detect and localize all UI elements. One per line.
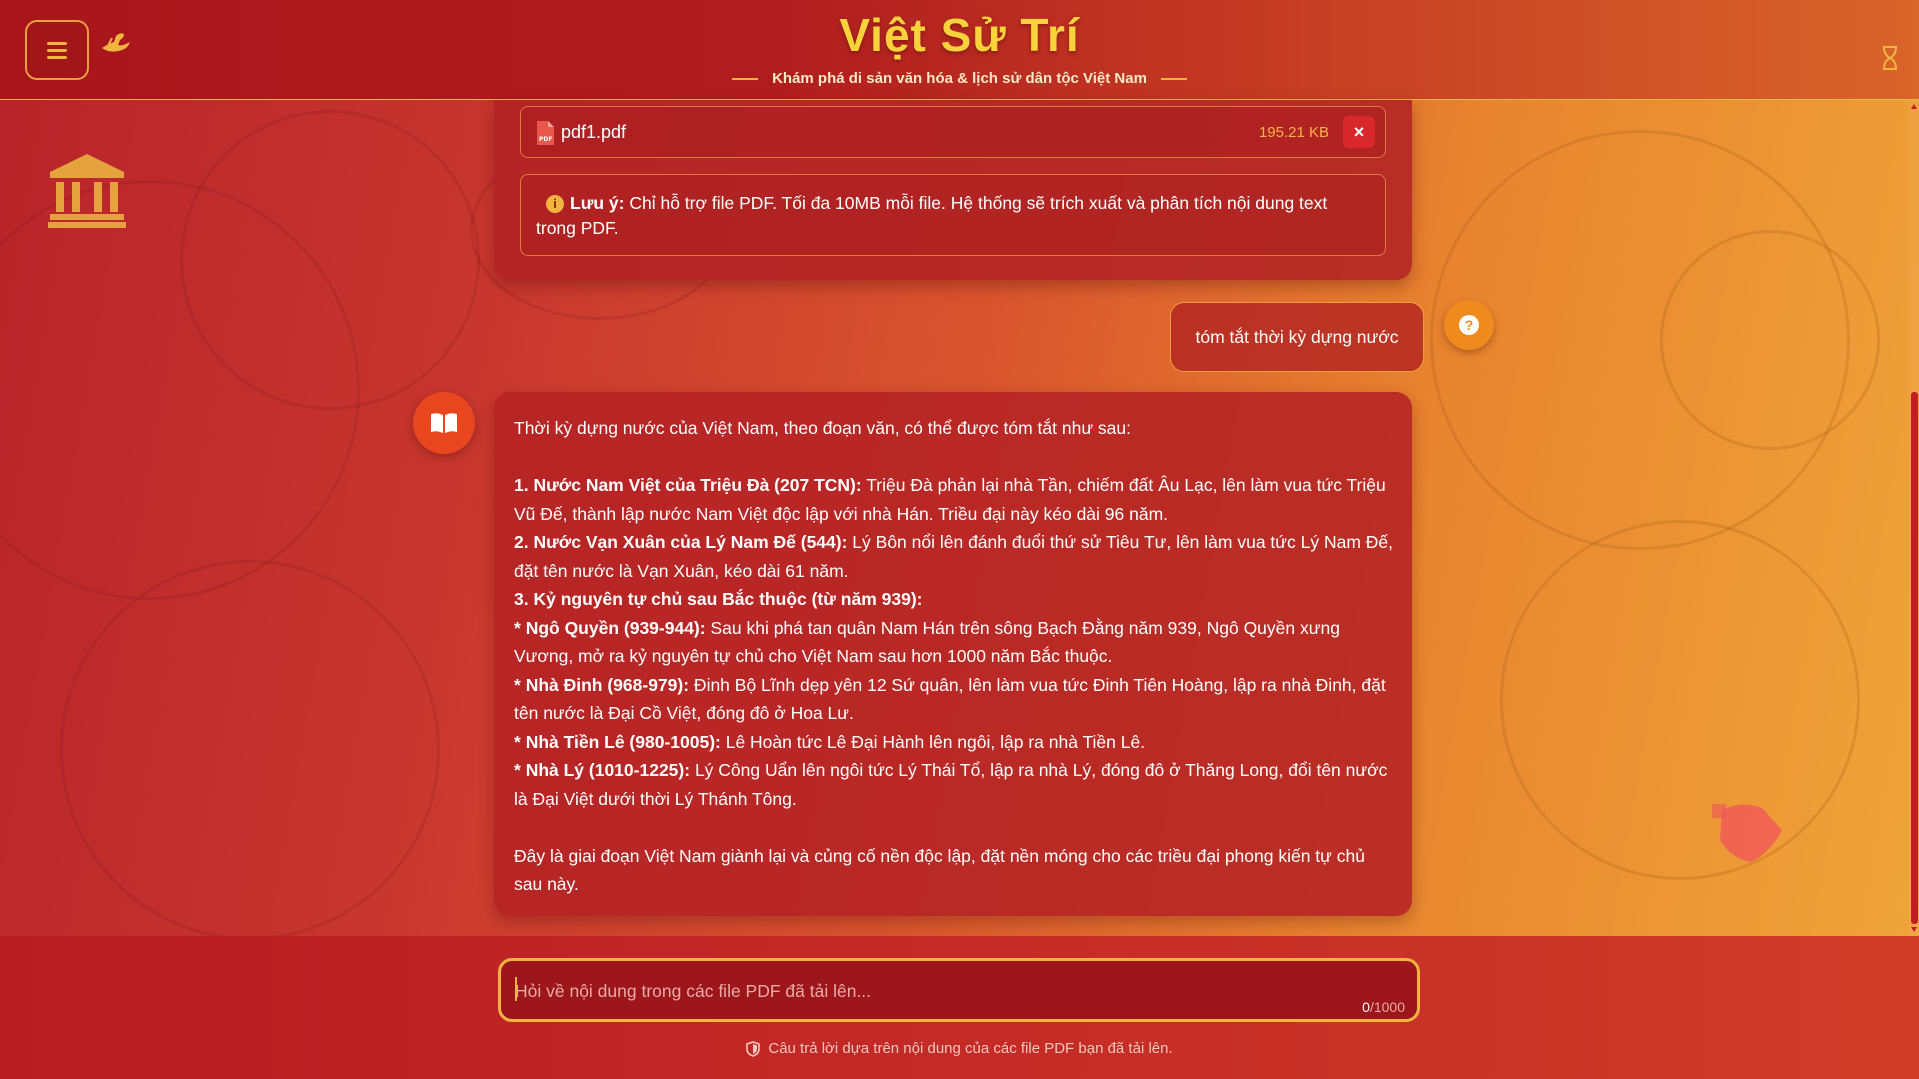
svg-text:PDF: PDF xyxy=(539,136,552,143)
list-item-prefix: * xyxy=(514,674,526,695)
scroll-up-icon[interactable] xyxy=(1911,104,1917,109)
scroll-down-icon[interactable] xyxy=(1911,927,1917,932)
list-item-text: Lê Hoàn tức Lê Đại Hành lên ngôi, lập ra… xyxy=(720,731,1146,752)
user-avatar: ? xyxy=(1444,300,1494,350)
museum-icon xyxy=(48,154,126,228)
assistant-list-item: * Nhà Tiền Lê (980-1005): Lê Hoàn tức Lê… xyxy=(514,728,1394,757)
assistant-list-item: 1. Nước Nam Việt của Triệu Đà (207 TCN):… xyxy=(514,471,1394,528)
assistant-conclusion: Đây là giai đoạn Việt Nam giành lại và c… xyxy=(514,845,1365,895)
note-text: Chỉ hỗ trợ file PDF. Tối đa 10MB mỗi fil… xyxy=(536,193,1328,238)
user-message: tóm tắt thời kỳ dựng nước xyxy=(1170,302,1424,372)
char-counter: 0/1000 xyxy=(1362,999,1405,1015)
chat-input[interactable] xyxy=(515,977,1315,1005)
assistant-intro: Thời kỳ dựng nước của Việt Nam, theo đoạ… xyxy=(514,418,1131,438)
hourglass-icon[interactable] xyxy=(1881,46,1899,70)
assistant-list-item: 2. Nước Vạn Xuân của Lý Nam Đế (544): Lý… xyxy=(514,528,1394,585)
upload-note: i Lưu ý: Chỉ hỗ trợ file PDF. Tối đa 10MB… xyxy=(520,174,1386,256)
app-subtitle: Khám phá di sản văn hóa & lịch sử dân tộ… xyxy=(772,70,1147,87)
question-icon: ? xyxy=(1459,315,1479,335)
app-title: Việt Sử Trí xyxy=(839,9,1080,61)
char-count-max: /1000 xyxy=(1369,999,1405,1015)
chat-scrollbar[interactable] xyxy=(1909,100,1919,936)
assistant-list-item: * Nhà Đinh (968-979): Đinh Bộ Lĩnh dẹp y… xyxy=(514,671,1394,728)
chat-input-area: 0/1000 Câu trả lời dựa trên nội dung của… xyxy=(0,936,1919,1079)
list-item-title: Nhà Đinh (968-979): xyxy=(525,674,690,695)
user-message-text: tóm tắt thời kỳ dựng nước xyxy=(1195,326,1399,347)
assistant-message: Thời kỳ dựng nước của Việt Nam, theo đoạ… xyxy=(494,392,1412,916)
app-header: Việt Sử Trí Khám phá di sản văn hóa & lị… xyxy=(0,0,1919,100)
subtitle-row: Khám phá di sản văn hóa & lịch sử dân tộ… xyxy=(0,70,1919,87)
scrollbar-thumb[interactable] xyxy=(1911,392,1918,924)
shield-icon xyxy=(746,1040,761,1057)
chat-input-wrapper[interactable]: 0/1000 xyxy=(498,958,1420,1022)
list-item-prefix: 3. xyxy=(514,589,534,609)
assistant-list-item: 3. Kỷ nguyên tự chủ sau Bắc thuộc (từ nă… xyxy=(514,585,1394,614)
list-item-title: Nước Nam Việt của Triệu Đà (207 TCN): xyxy=(533,475,862,495)
book-icon xyxy=(431,413,457,433)
close-icon: × xyxy=(1353,121,1365,142)
assistant-list: 1. Nước Nam Việt của Triệu Đà (207 TCN):… xyxy=(514,471,1394,813)
list-item-prefix: 1. xyxy=(514,475,534,495)
assistant-avatar xyxy=(413,392,475,454)
list-item-title: Kỷ nguyên tự chủ sau Bắc thuộc (từ năm 9… xyxy=(533,589,923,609)
uploaded-file-item: PDF pdf1.pdf 195.21 KB × xyxy=(520,106,1386,158)
list-item-title: Nhà Lý (1010-1225): xyxy=(525,760,691,780)
list-item-prefix: 2. xyxy=(514,532,534,552)
char-count-current: 0 xyxy=(1362,999,1370,1015)
remove-file-button[interactable]: × xyxy=(1343,116,1375,148)
disclaimer: Câu trả lời dựa trên nội dung của các fi… xyxy=(0,1040,1919,1057)
file-name: pdf1.pdf xyxy=(561,122,627,142)
upload-panel: PDF pdf1.pdf 195.21 KB × i Lưu ý: Chỉ hỗ … xyxy=(494,100,1412,280)
disclaimer-text: Câu trả lời dựa trên nội dung của các fi… xyxy=(768,1040,1173,1057)
pdf-file-icon: PDF xyxy=(537,121,554,145)
list-item-title: Ngô Quyền (939-944): xyxy=(525,617,706,638)
list-item-title: Nhà Tiền Lê (980-1005): xyxy=(525,731,721,752)
assistant-list-item: * Ngô Quyền (939-944): Sau khi phá tan q… xyxy=(514,614,1394,671)
scroll-icon xyxy=(1712,804,1782,862)
list-item-prefix: * xyxy=(514,760,526,780)
info-icon: i xyxy=(546,195,564,213)
divider xyxy=(732,77,759,80)
assistant-list-item: * Nhà Lý (1010-1225): Lý Công Uẩn lên ng… xyxy=(514,756,1394,813)
note-label: Lưu ý: xyxy=(570,193,625,213)
list-item-title: Nước Vạn Xuân của Lý Nam Đế (544): xyxy=(533,532,848,552)
divider xyxy=(1160,77,1187,80)
list-item-prefix: * xyxy=(514,617,526,638)
file-size: 195.21 KB xyxy=(1258,124,1329,141)
list-item-prefix: * xyxy=(514,731,526,752)
text-caret xyxy=(515,977,517,1001)
